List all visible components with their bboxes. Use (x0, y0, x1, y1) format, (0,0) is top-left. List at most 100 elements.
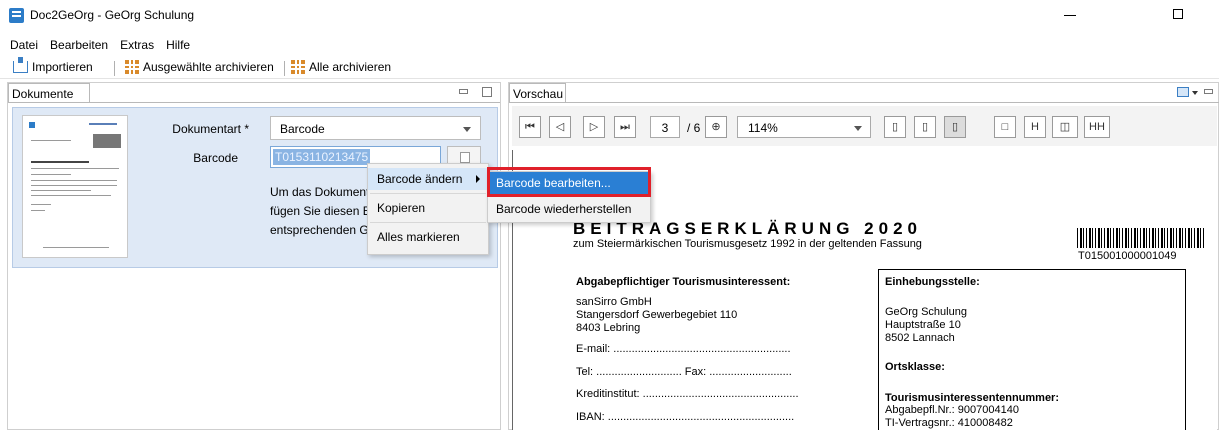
zoom-select[interactable]: 114% (737, 116, 871, 138)
toolbar: Importieren Ausgewählte archivieren Alle… (0, 57, 1219, 79)
thumbnail-line (31, 140, 71, 141)
next-page-button[interactable]: ▷ (583, 116, 605, 138)
clipboard-icon (460, 152, 470, 163)
highlight-box (487, 167, 651, 197)
thumbnail-line (31, 168, 119, 169)
barcode-label: Barcode (193, 151, 238, 165)
minimize-icon[interactable] (1064, 15, 1076, 16)
first-page-button[interactable]: ⏮ (519, 116, 541, 138)
info-line: Um das Dokument (270, 185, 370, 199)
doc-street: Stangersdorf Gewerbegebiet 110 (576, 309, 738, 321)
archive-all-label: Alle archivieren (309, 60, 392, 74)
info-line: fügen Sie diesen B (270, 204, 371, 218)
doc-type-select[interactable]: Barcode (270, 116, 481, 140)
view-facing-continuous-button[interactable]: HH (1084, 116, 1110, 138)
archive-icon (291, 60, 305, 74)
archive-selected-button[interactable]: Ausgewählte archivieren (125, 60, 274, 74)
menu-item-barcode-aendern[interactable]: Barcode ändern (368, 168, 488, 190)
view-single-button[interactable]: □ (994, 116, 1016, 138)
thumbnail-line (31, 185, 117, 186)
thumbnail-line (31, 210, 45, 211)
archive-icon (125, 60, 139, 74)
menu-extras[interactable]: Extras (114, 38, 160, 54)
maximize-icon[interactable] (1173, 9, 1183, 19)
panel-minimize-icon[interactable] (1204, 89, 1213, 94)
doc-tel: Tel: ............................ Fax: .… (576, 366, 792, 378)
doc-barcode-number: T015001000001049 (1078, 250, 1177, 262)
doc-r-street: Hauptstraße 10 (885, 319, 961, 331)
page-total: / 6 (687, 121, 701, 135)
menu-item-alles-markieren[interactable]: Alles markieren (368, 226, 488, 248)
archive-selected-label: Ausgewählte archivieren (143, 60, 274, 74)
chevron-down-icon (463, 127, 471, 132)
barcode-value: T0153110213475 (273, 149, 371, 165)
thumbnail-block (93, 134, 121, 148)
doc-left-heading: Abgabepflichtiger Tourismusinteressent: (576, 276, 791, 288)
app-icon (9, 8, 24, 23)
zoom-in-button[interactable]: ⊕ (705, 116, 727, 138)
chevron-down-icon[interactable] (1192, 91, 1198, 95)
document-thumbnail[interactable] (22, 115, 128, 258)
info-text: Um das Dokument fügen Sie diesen B entsp… (270, 183, 371, 240)
zoom-value: 114% (748, 121, 778, 135)
menu-item-label: Barcode ändern (377, 172, 463, 186)
chevron-right-icon (476, 175, 480, 183)
doc-type-label: Dokumentart * (172, 122, 249, 136)
thumbnail-line (31, 161, 89, 163)
thumbnail-line (31, 204, 51, 205)
doc-type-value: Barcode (280, 122, 325, 136)
doc-bank: Kreditinstitut: ........................… (576, 388, 799, 400)
doc-subtitle: zum Steiermärkischen Tourismusgesetz 199… (573, 238, 922, 250)
menu-item-barcode-wiederherstellen[interactable]: Barcode wiederherstellen (488, 198, 650, 220)
panel-minimize-icon[interactable] (459, 89, 468, 94)
thumbnail-logo-icon (29, 122, 35, 128)
doc-barcode (1077, 228, 1205, 248)
panel-maximize-icon[interactable] (482, 87, 492, 97)
fit-page-button[interactable]: ▯ (944, 116, 966, 138)
doc-nr1: Abgabepfl.Nr.: 9007004140 (885, 404, 1019, 416)
view-continuous-button[interactable]: H (1024, 116, 1046, 138)
chevron-down-icon (854, 126, 862, 131)
toolbar-separator (114, 61, 115, 76)
doc-company: sanSirro GmbH (576, 296, 652, 308)
menu-datei[interactable]: Datei (4, 38, 44, 54)
doc-r-name: GeOrg Schulung (885, 306, 967, 318)
last-page-button[interactable]: ⏭ (614, 116, 636, 138)
prev-page-button[interactable]: ◁ (549, 116, 571, 138)
fit-width-button[interactable]: ▯ (914, 116, 936, 138)
menu-bar: Datei Bearbeiten Extras Hilfe (0, 38, 192, 54)
thumbnail-line (31, 190, 91, 191)
single-page-button[interactable]: ▯ (884, 116, 906, 138)
preview-view-icon[interactable] (1177, 87, 1189, 97)
doc-right-heading: Einhebungsstelle: (885, 276, 980, 288)
menu-hilfe[interactable]: Hilfe (160, 38, 196, 54)
context-menu: Barcode ändern Kopieren Alles markieren (367, 163, 489, 255)
page-number-input[interactable]: 3 (650, 116, 680, 138)
archive-all-button[interactable]: Alle archivieren (291, 60, 391, 74)
doc-nr2: TI-Vertragsnr.: 410008482 (885, 417, 1013, 429)
tab-vorschau[interactable]: Vorschau (509, 83, 566, 103)
menu-item-kopieren[interactable]: Kopieren (368, 197, 488, 219)
thumbnail-brand-icon (89, 123, 117, 125)
menu-separator (370, 222, 486, 223)
doc-email: E-mail: ................................… (576, 343, 791, 355)
thumbnail-line (31, 195, 111, 196)
import-label: Importieren (32, 60, 93, 74)
doc-iban: IBAN: ..................................… (576, 411, 795, 423)
import-button[interactable]: Importieren (13, 57, 93, 74)
menu-bearbeiten[interactable]: Bearbeiten (44, 38, 114, 54)
import-icon (13, 57, 28, 73)
tab-dokumente[interactable]: Dokumente (8, 83, 90, 103)
thumbnail-line (31, 174, 71, 175)
doc-class: Ortsklasse: (885, 361, 945, 373)
tab-divider (8, 102, 500, 103)
menu-separator (370, 193, 486, 194)
view-facing-button[interactable]: ◫ (1052, 116, 1078, 138)
toolbar-separator (284, 61, 285, 76)
thumbnail-line (43, 247, 109, 248)
tab-divider (509, 102, 1219, 103)
doc-r-city: 8502 Lannach (885, 332, 955, 344)
info-line: entsprechenden G (270, 223, 369, 237)
window-title: Doc2GeOrg - GeOrg Schulung (30, 8, 195, 22)
thumbnail-line (31, 180, 117, 181)
